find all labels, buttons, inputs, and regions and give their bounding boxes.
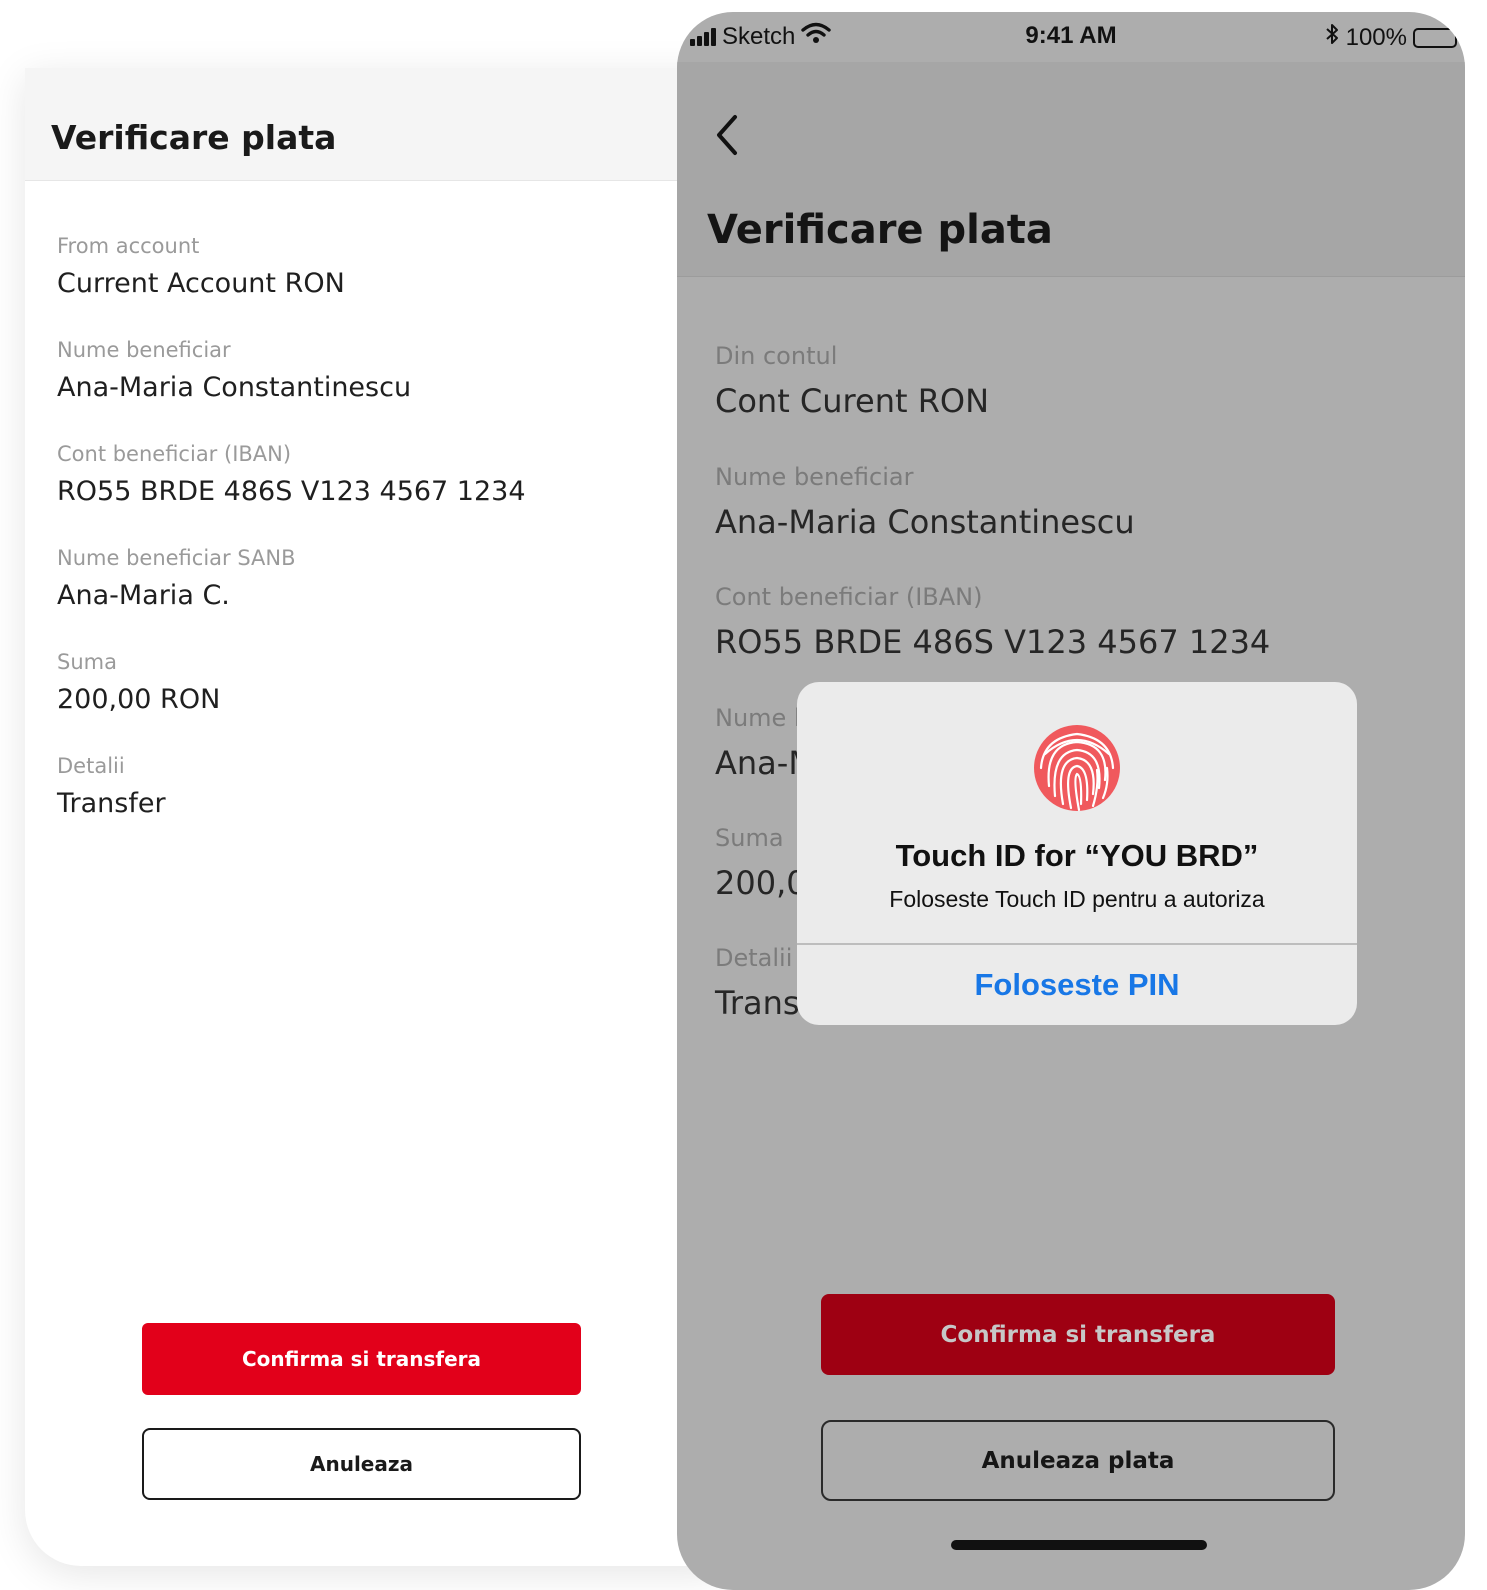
field-value: Transfer [57, 788, 166, 819]
field-label: Din contul [715, 342, 838, 370]
dialog-title: Touch ID for “YOU BRD” [895, 838, 1259, 873]
cancel-button[interactable]: Anuleaza [142, 1428, 581, 1500]
field-value: 200,00 RON [57, 684, 221, 715]
chevron-left-icon [717, 115, 737, 155]
page-title: Verificare plata [51, 118, 337, 157]
page-title: Verificare plata [707, 207, 1053, 253]
field-label: Suma [57, 650, 117, 674]
fingerprint-icon [1034, 725, 1120, 811]
field-beneficiary-name: Nume beneficiar Ana-Maria Constantinescu [57, 338, 411, 403]
bluetooth-icon [1324, 22, 1340, 53]
field-value: RO55 BRDE 486S V123 4567 1234 [715, 623, 1271, 661]
field-beneficiary-iban: Cont beneficiar (IBAN) RO55 BRDE 486S V1… [715, 583, 1270, 661]
battery-icon [1413, 27, 1457, 48]
field-beneficiary-name: Nume beneficiar Ana-Maria Constantinescu [715, 463, 1135, 541]
field-value: Ana-Maria Constantinescu [715, 503, 1135, 541]
status-bar-right: 100% [1324, 22, 1457, 53]
cancel-payment-button[interactable]: Anuleaza plata [821, 1420, 1335, 1501]
stage: Verificare plata From account Current Ac… [0, 0, 1487, 1590]
status-bar: Sketch 9:41 AM 100% [677, 12, 1465, 62]
header-bar: Verificare plata [25, 68, 725, 181]
use-pin-button[interactable]: Foloseste PIN [797, 945, 1357, 1025]
back-button[interactable] [707, 110, 747, 160]
field-label: Nume beneficiar [715, 463, 914, 491]
battery-percent: 100% [1345, 23, 1407, 51]
field-beneficiary-iban: Cont beneficiar (IBAN) RO55 BRDE 486S V1… [57, 442, 526, 507]
field-value: Ana-Maria C. [57, 580, 230, 611]
field-label: Nume beneficiar [57, 338, 231, 362]
field-label: Cont beneficiar (IBAN) [715, 583, 983, 611]
field-beneficiary-sanb: Nume beneficiar SANB Ana-Maria C. [57, 546, 296, 611]
field-from-account: From account Current Account RON [57, 234, 345, 299]
confirm-transfer-button[interactable]: Confirma si transfera [821, 1294, 1335, 1375]
field-amount: Suma 200,00 RON [57, 650, 220, 715]
field-label: Cont beneficiar (IBAN) [57, 442, 292, 466]
field-value: RO55 BRDE 486S V123 4567 1234 [57, 476, 526, 507]
header-bar: Verificare plata [677, 62, 1465, 277]
field-value: Cont Curent RON [715, 382, 990, 420]
confirm-transfer-button[interactable]: Confirma si transfera [142, 1323, 581, 1395]
field-details: Detalii Transfer [57, 754, 166, 819]
payment-verification-screen: Verificare plata From account Current Ac… [25, 68, 725, 1566]
field-label: From account [57, 234, 200, 258]
dialog-subtitle: Foloseste Touch ID pentru a autoriza [889, 886, 1265, 912]
field-value: Current Account RON [57, 268, 345, 299]
home-indicator[interactable] [951, 1540, 1207, 1550]
field-label: Nume beneficiar SANB [57, 546, 296, 570]
field-value: Ana-Maria Constantinescu [57, 372, 412, 403]
phone-screen: Sketch 9:41 AM 100% Verificare plata Din… [677, 12, 1465, 1590]
field-label: Detalii [57, 754, 125, 778]
field-from-account: Din contul Cont Curent RON [715, 342, 989, 420]
touch-id-dialog: Touch ID for “YOU BRD” Foloseste Touch I… [797, 682, 1357, 1025]
